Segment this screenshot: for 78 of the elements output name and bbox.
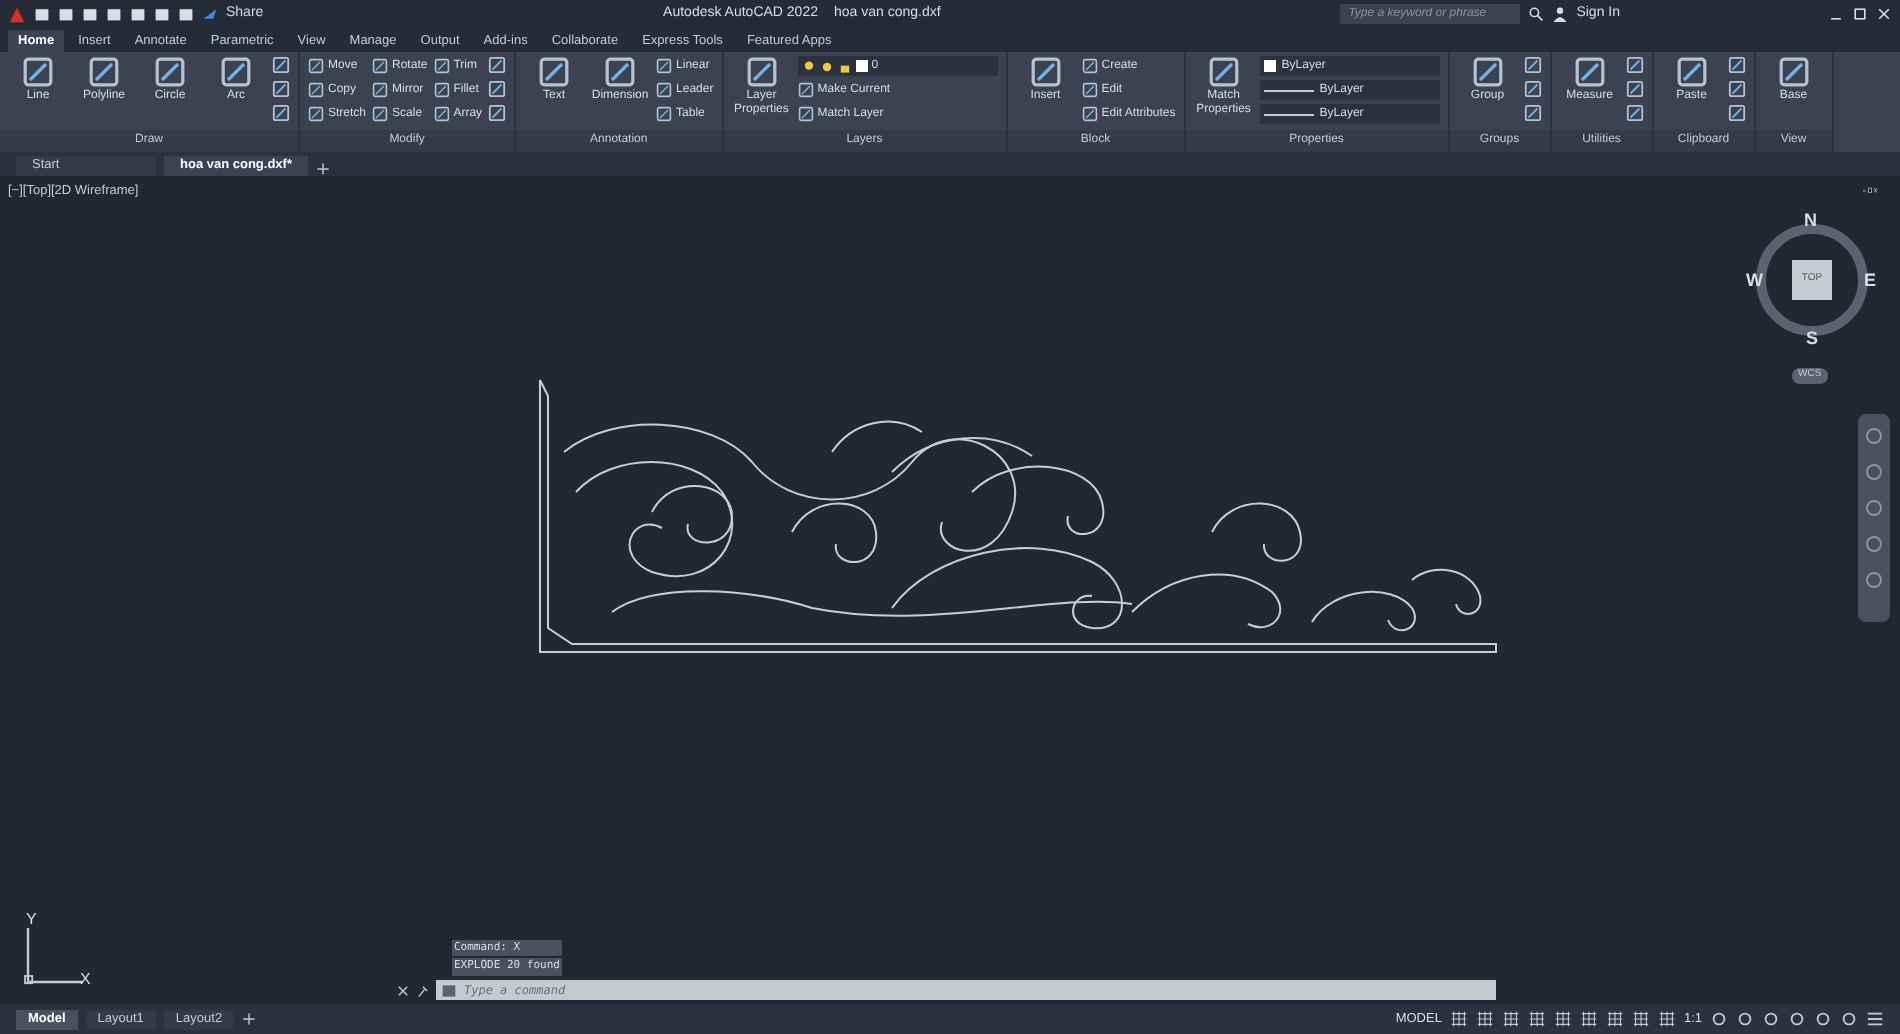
sun-icon	[819, 59, 834, 73]
tool-icon[interactable]	[1625, 56, 1644, 74]
tool-icon	[308, 106, 324, 122]
status-tool-icon[interactable]	[1579, 1010, 1598, 1028]
tool-icon	[88, 56, 120, 88]
tool-icon[interactable]	[1625, 104, 1644, 122]
tool-icon	[797, 106, 814, 122]
tool-icon	[1081, 58, 1098, 74]
color-swatch	[1263, 60, 1276, 72]
close-icon[interactable]	[1876, 6, 1892, 22]
linetype-preview	[1263, 113, 1314, 115]
tool-icon[interactable]	[1523, 56, 1542, 74]
tool-icon	[372, 58, 389, 74]
navigation-bar[interactable]	[1858, 414, 1890, 622]
color-swatch	[855, 60, 868, 72]
compass-label: S	[1806, 326, 1819, 352]
tool-icon	[372, 106, 389, 122]
lightbulb-icon	[801, 59, 816, 73]
linetype-preview	[1263, 89, 1314, 91]
tool-icon	[1207, 56, 1240, 88]
tool-icon	[604, 56, 637, 88]
status-tool-icon[interactable]	[1527, 1010, 1546, 1028]
compass-label: N	[1804, 208, 1817, 234]
tool-icon[interactable]	[488, 56, 507, 74]
tool-icon	[372, 82, 389, 98]
maximize-icon[interactable]	[1852, 6, 1868, 22]
tool-icon	[433, 58, 450, 74]
status-tool-icon[interactable]	[1631, 1010, 1650, 1028]
status-tool-icon[interactable]	[1475, 1010, 1494, 1028]
status-tool-icon[interactable]	[1501, 1010, 1520, 1028]
wrench-icon[interactable]	[416, 983, 430, 997]
tool-icon	[1081, 106, 1098, 122]
tool-icon[interactable]	[1727, 56, 1746, 74]
tool-icon	[538, 56, 571, 88]
app-logo-icon[interactable]	[8, 5, 26, 23]
plus-icon[interactable]	[242, 1012, 257, 1026]
tool-icon	[1029, 56, 1062, 88]
status-tool-icon[interactable]	[1605, 1010, 1624, 1028]
tool-icon[interactable]	[272, 56, 290, 74]
tool-icon	[308, 58, 324, 74]
ucs-axes-icon	[22, 928, 82, 988]
axis-label: X	[80, 968, 91, 992]
search-icon[interactable]	[1528, 6, 1545, 22]
close-icon[interactable]	[396, 983, 410, 997]
tool-icon	[797, 82, 814, 98]
tool-icon[interactable]	[488, 80, 507, 98]
tool-icon	[656, 106, 673, 122]
tool-icon	[1081, 82, 1098, 98]
tool-icon	[22, 56, 54, 88]
tool-icon	[1777, 56, 1810, 88]
tool-icon[interactable]	[1523, 80, 1542, 98]
user-icon	[1552, 6, 1569, 22]
tool-icon[interactable]	[488, 104, 507, 122]
status-tool-icon[interactable]	[1449, 1010, 1468, 1028]
tool-icon	[154, 56, 186, 88]
tool-icon	[1471, 56, 1504, 88]
tool-icon	[433, 82, 450, 98]
tool-icon[interactable]	[1727, 80, 1746, 98]
tool-icon	[1675, 56, 1708, 88]
plus-icon[interactable]	[315, 162, 330, 176]
tool-icon	[220, 56, 252, 88]
tool-icon	[1573, 56, 1606, 88]
axis-label: Y	[26, 908, 37, 932]
tool-icon[interactable]	[1523, 104, 1542, 122]
tool-icon[interactable]	[272, 104, 290, 122]
compass-label: E	[1864, 268, 1877, 294]
compass-label: W	[1746, 268, 1763, 294]
menu-icon[interactable]	[1866, 1010, 1884, 1028]
tool-icon	[745, 56, 778, 88]
tool-icon	[656, 58, 673, 74]
tool-icon[interactable]	[1625, 80, 1644, 98]
tool-icon	[308, 82, 324, 98]
tool-icon	[656, 82, 673, 98]
tool-icon[interactable]	[1727, 104, 1746, 122]
status-tool-icon[interactable]	[1553, 1010, 1572, 1028]
status-tool-icon[interactable]	[1657, 1010, 1676, 1028]
tool-icon	[433, 106, 450, 122]
tool-icon[interactable]	[272, 80, 290, 98]
